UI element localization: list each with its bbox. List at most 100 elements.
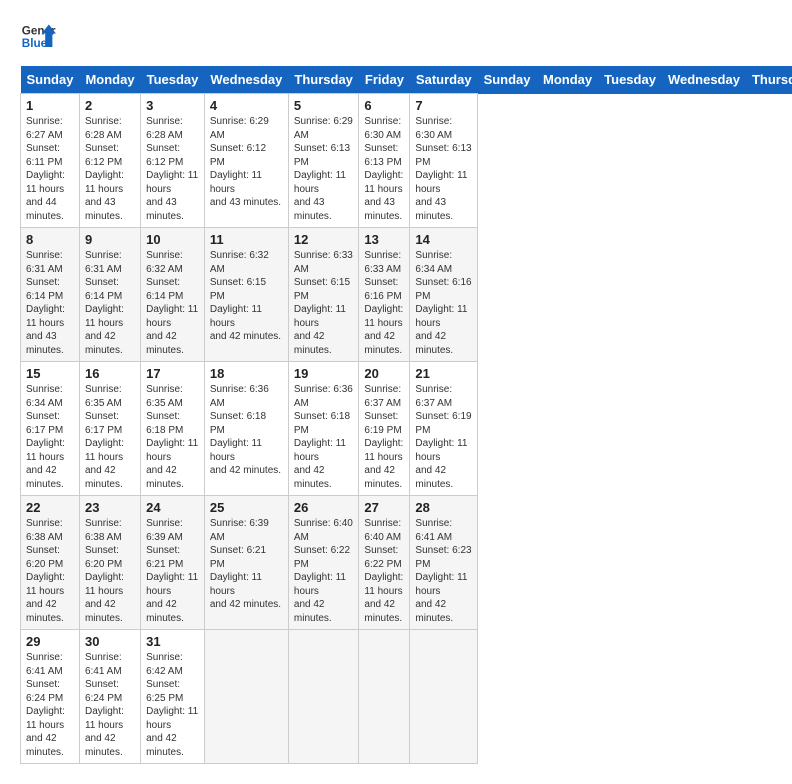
day-info: Sunrise: 6:41 AM Sunset: 6:23 PM Dayligh… (415, 517, 472, 625)
day-info: Sunrise: 6:36 AM Sunset: 6:18 PM Dayligh… (210, 383, 283, 478)
day-number: 1 (26, 98, 74, 113)
day-number: 23 (85, 500, 135, 515)
calendar-day-cell: 1 Sunrise: 6:27 AM Sunset: 6:11 PM Daylig… (21, 94, 80, 228)
day-info: Sunrise: 6:28 AM Sunset: 6:12 PM Dayligh… (85, 115, 135, 223)
day-info: Sunrise: 6:40 AM Sunset: 6:22 PM Dayligh… (364, 517, 404, 625)
calendar-day-cell: 26 Sunrise: 6:40 AM Sunset: 6:22 PM Dayli… (288, 496, 359, 630)
calendar-day-cell: 14Sunrise: 6:34 AM Sunset: 6:16 PM Dayli… (410, 228, 478, 362)
calendar-table: SundayMondayTuesdayWednesdayThursdayFrid… (20, 66, 792, 764)
calendar-week-row: 8 Sunrise: 6:31 AM Sunset: 6:14 PM Daylig… (21, 228, 792, 362)
calendar-day-header: Wednesday (662, 66, 746, 94)
calendar-header-row: SundayMondayTuesdayWednesdayThursdayFrid… (21, 66, 792, 94)
calendar-day-header: Thursday (746, 66, 792, 94)
day-number: 15 (26, 366, 74, 381)
day-number: 6 (364, 98, 404, 113)
calendar-day-header: Monday (79, 66, 140, 94)
day-info: Sunrise: 6:36 AM Sunset: 6:18 PM Dayligh… (294, 383, 354, 491)
day-info: Sunrise: 6:41 AM Sunset: 6:24 PM Dayligh… (85, 651, 135, 759)
calendar-day-header: Saturday (410, 66, 478, 94)
calendar-day-header: Monday (537, 66, 598, 94)
day-info: Sunrise: 6:37 AM Sunset: 6:19 PM Dayligh… (415, 383, 472, 491)
calendar-day-header: Tuesday (141, 66, 205, 94)
calendar-day-cell: 20Sunrise: 6:37 AM Sunset: 6:19 PM Dayli… (359, 362, 410, 496)
day-info: Sunrise: 6:27 AM Sunset: 6:11 PM Dayligh… (26, 115, 74, 223)
calendar-day-cell: 6 Sunrise: 6:30 AM Sunset: 6:13 PM Daylig… (359, 94, 410, 228)
calendar-day-cell: 17 Sunrise: 6:35 AM Sunset: 6:18 PM Dayli… (141, 362, 205, 496)
calendar-day-cell: 30Sunrise: 6:41 AM Sunset: 6:24 PM Dayli… (79, 630, 140, 764)
day-info: Sunrise: 6:30 AM Sunset: 6:13 PM Dayligh… (415, 115, 472, 223)
day-info: Sunrise: 6:34 AM Sunset: 6:17 PM Dayligh… (26, 383, 74, 491)
day-info: Sunrise: 6:29 AM Sunset: 6:13 PM Dayligh… (294, 115, 354, 223)
calendar-day-cell: 24 Sunrise: 6:39 AM Sunset: 6:21 PM Dayli… (141, 496, 205, 630)
day-number: 26 (294, 500, 354, 515)
calendar-day-cell: 29Sunrise: 6:41 AM Sunset: 6:24 PM Dayli… (21, 630, 80, 764)
calendar-week-row: 29 Sunrise: 6:41 AM Sunset: 6:24 PM Dayli… (21, 630, 792, 764)
day-number: 3 (146, 98, 199, 113)
logo: General Blue (20, 20, 56, 56)
day-number: 5 (294, 98, 354, 113)
calendar-day-cell: 10Sunrise: 6:32 AM Sunset: 6:14 PM Dayli… (141, 228, 205, 362)
day-info: Sunrise: 6:31 AM Sunset: 6:14 PM Dayligh… (85, 249, 135, 357)
day-number: 12 (294, 232, 354, 247)
day-info: Sunrise: 6:38 AM Sunset: 6:20 PM Dayligh… (85, 517, 135, 625)
calendar-day-cell: 2 Sunrise: 6:28 AM Sunset: 6:12 PM Daylig… (79, 94, 140, 228)
calendar-day-cell (288, 630, 359, 764)
day-number: 29 (26, 634, 74, 649)
day-number: 11 (210, 232, 283, 247)
day-info: Sunrise: 6:35 AM Sunset: 6:18 PM Dayligh… (146, 383, 199, 491)
calendar-day-cell: 23 Sunrise: 6:38 AM Sunset: 6:20 PM Dayli… (79, 496, 140, 630)
calendar-day-cell: 31Sunrise: 6:42 AM Sunset: 6:25 PM Dayli… (141, 630, 205, 764)
day-number: 31 (146, 634, 199, 649)
calendar-day-cell (359, 630, 410, 764)
day-number: 22 (26, 500, 74, 515)
calendar-day-cell: 16 Sunrise: 6:35 AM Sunset: 6:17 PM Dayli… (79, 362, 140, 496)
day-number: 8 (26, 232, 74, 247)
calendar-day-cell: 25Sunrise: 6:39 AM Sunset: 6:21 PM Dayli… (204, 496, 288, 630)
day-number: 2 (85, 98, 135, 113)
calendar-day-cell: 3Sunrise: 6:28 AM Sunset: 6:12 PM Daylig… (141, 94, 205, 228)
calendar-day-header: Sunday (478, 66, 537, 94)
calendar-day-cell: 18 Sunrise: 6:36 AM Sunset: 6:18 PM Dayli… (204, 362, 288, 496)
calendar-day-header: Wednesday (204, 66, 288, 94)
day-info: Sunrise: 6:35 AM Sunset: 6:17 PM Dayligh… (85, 383, 135, 491)
header: General Blue (20, 20, 772, 56)
day-info: Sunrise: 6:31 AM Sunset: 6:14 PM Dayligh… (26, 249, 74, 357)
day-info: Sunrise: 6:33 AM Sunset: 6:15 PM Dayligh… (294, 249, 354, 357)
calendar-day-cell: 13Sunrise: 6:33 AM Sunset: 6:16 PM Dayli… (359, 228, 410, 362)
calendar-day-cell: 19 Sunrise: 6:36 AM Sunset: 6:18 PM Dayli… (288, 362, 359, 496)
day-info: Sunrise: 6:32 AM Sunset: 6:14 PM Dayligh… (146, 249, 199, 357)
day-info: Sunrise: 6:37 AM Sunset: 6:19 PM Dayligh… (364, 383, 404, 491)
day-number: 21 (415, 366, 472, 381)
day-info: Sunrise: 6:30 AM Sunset: 6:13 PM Dayligh… (364, 115, 404, 223)
day-number: 4 (210, 98, 283, 113)
day-number: 9 (85, 232, 135, 247)
day-number: 7 (415, 98, 472, 113)
day-number: 27 (364, 500, 404, 515)
day-info: Sunrise: 6:34 AM Sunset: 6:16 PM Dayligh… (415, 249, 472, 357)
calendar-day-header: Tuesday (598, 66, 662, 94)
day-number: 16 (85, 366, 135, 381)
calendar-week-row: 1 Sunrise: 6:27 AM Sunset: 6:11 PM Daylig… (21, 94, 792, 228)
calendar-day-cell (204, 630, 288, 764)
calendar-day-cell: 21 Sunrise: 6:37 AM Sunset: 6:19 PM Dayli… (410, 362, 478, 496)
day-number: 17 (146, 366, 199, 381)
calendar-day-cell: 28Sunrise: 6:41 AM Sunset: 6:23 PM Dayli… (410, 496, 478, 630)
svg-text:Blue: Blue (22, 37, 48, 50)
calendar-day-cell: 27 Sunrise: 6:40 AM Sunset: 6:22 PM Dayli… (359, 496, 410, 630)
calendar-day-header: Friday (359, 66, 410, 94)
day-number: 18 (210, 366, 283, 381)
day-info: Sunrise: 6:39 AM Sunset: 6:21 PM Dayligh… (146, 517, 199, 625)
day-info: Sunrise: 6:40 AM Sunset: 6:22 PM Dayligh… (294, 517, 354, 625)
calendar-day-cell: 5 Sunrise: 6:29 AM Sunset: 6:13 PM Daylig… (288, 94, 359, 228)
calendar-day-cell: 22 Sunrise: 6:38 AM Sunset: 6:20 PM Dayli… (21, 496, 80, 630)
day-number: 24 (146, 500, 199, 515)
calendar-week-row: 15 Sunrise: 6:34 AM Sunset: 6:17 PM Dayli… (21, 362, 792, 496)
calendar-day-cell: 8 Sunrise: 6:31 AM Sunset: 6:14 PM Daylig… (21, 228, 80, 362)
calendar-week-row: 22 Sunrise: 6:38 AM Sunset: 6:20 PM Dayli… (21, 496, 792, 630)
day-info: Sunrise: 6:32 AM Sunset: 6:15 PM Dayligh… (210, 249, 283, 344)
calendar-day-cell: 7 Sunrise: 6:30 AM Sunset: 6:13 PM Daylig… (410, 94, 478, 228)
day-info: Sunrise: 6:38 AM Sunset: 6:20 PM Dayligh… (26, 517, 74, 625)
calendar-day-header: Sunday (21, 66, 80, 94)
day-number: 19 (294, 366, 354, 381)
calendar-day-cell: 12 Sunrise: 6:33 AM Sunset: 6:15 PM Dayli… (288, 228, 359, 362)
